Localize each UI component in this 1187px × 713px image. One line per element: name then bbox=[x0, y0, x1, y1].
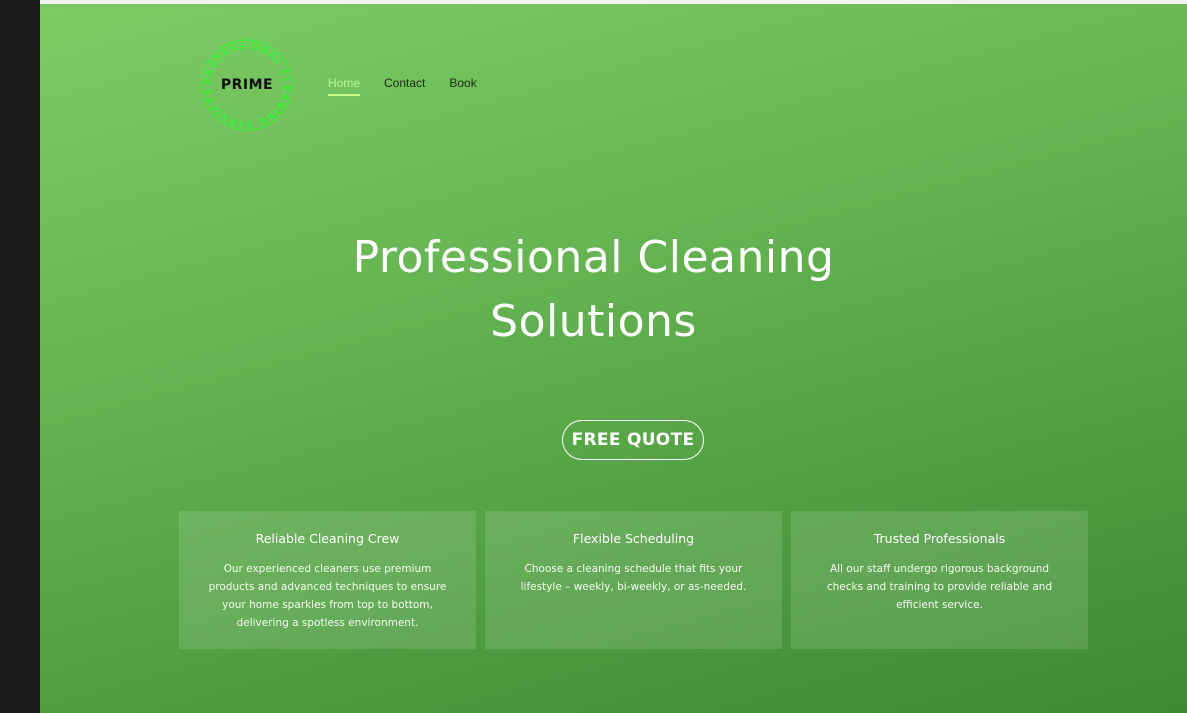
feature-card-title: Flexible Scheduling bbox=[572, 531, 695, 546]
feature-card-title: Reliable Cleaning Crew bbox=[255, 531, 400, 546]
window-left-edge bbox=[0, 0, 40, 713]
feature-cards: Reliable Cleaning Crew Our experienced c… bbox=[179, 511, 1088, 649]
brand-logo[interactable]: PROFESSIONAL CLEANING SERVICES PRIME bbox=[200, 38, 294, 132]
feature-card-trusted-professionals: Trusted Professionals All our staff unde… bbox=[791, 511, 1088, 649]
feature-card-text: All our staff undergo rigorous backgroun… bbox=[826, 563, 1053, 611]
feature-card-text: Our experienced cleaners use premium pro… bbox=[208, 563, 447, 629]
nav-book-link[interactable]: Book bbox=[449, 76, 476, 96]
hero-headline-line1: Professional Cleaning bbox=[352, 232, 835, 283]
hero-section: PROFESSIONAL CLEANING SERVICES PRIME Hom… bbox=[40, 4, 1187, 713]
feature-card-reliable-crew: Reliable Cleaning Crew Our experienced c… bbox=[179, 511, 476, 649]
hero-headline-line2: Solutions bbox=[490, 296, 697, 347]
nav-contact-link[interactable]: Contact bbox=[384, 76, 425, 96]
feature-card-flexible-scheduling: Flexible Scheduling Choose a cleaning sc… bbox=[485, 511, 782, 649]
main-nav: Home Contact Book bbox=[328, 76, 477, 96]
logo-wordmark: PRIME bbox=[220, 77, 274, 93]
nav-home-link[interactable]: Home bbox=[328, 76, 361, 96]
feature-card-title: Trusted Professionals bbox=[873, 531, 1006, 546]
hero-headline: Professional Cleaning Solutions bbox=[40, 226, 1187, 354]
free-quote-button[interactable]: FREE QUOTE bbox=[562, 420, 704, 460]
feature-card-text: Choose a cleaning schedule that fits you… bbox=[520, 563, 747, 593]
